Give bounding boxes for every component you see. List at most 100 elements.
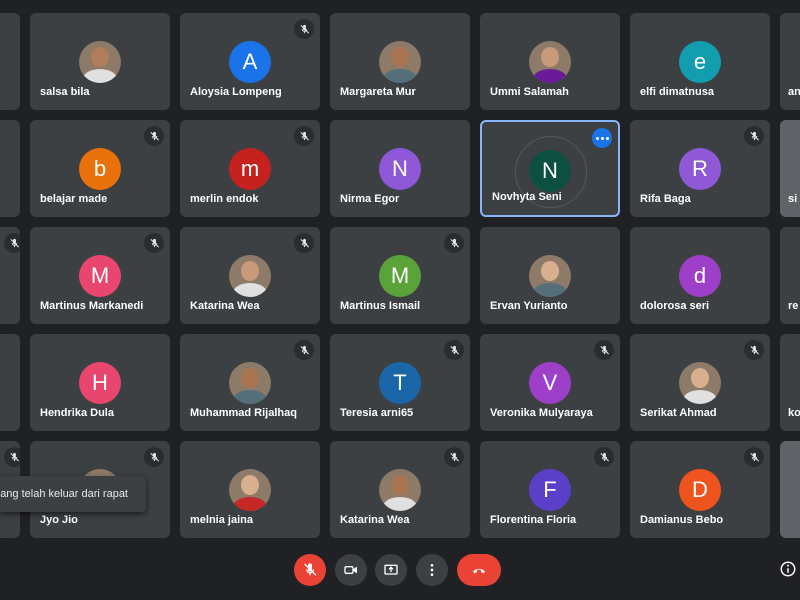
mic-off-icon	[749, 452, 759, 462]
avatar	[229, 255, 271, 297]
participant-tile[interactable]: R Rifa Baga	[630, 120, 770, 217]
avatar: m	[229, 148, 271, 190]
participant-name: Novhyta Seni	[492, 191, 562, 203]
participant-name: Ummi Salamah	[490, 86, 569, 98]
participant-name: an	[788, 86, 800, 98]
mic-off-icon	[449, 345, 459, 355]
participant-grid: salsa bila A Aloysia Lompeng Margareta Mur U…	[0, 0, 800, 545]
participant-tile[interactable]: Margareta Mur	[330, 13, 470, 110]
mic-off-icon	[299, 238, 309, 248]
avatar-photo-body	[383, 497, 417, 511]
participant-tile[interactable]: Ummi Salamah	[480, 13, 620, 110]
participant-tile[interactable]	[780, 441, 800, 538]
control-bar	[0, 545, 800, 600]
muted-indicator	[594, 447, 614, 467]
muted-indicator	[294, 340, 314, 360]
muted-indicator	[294, 126, 314, 146]
mic-off-icon	[299, 24, 309, 34]
present-screen-icon	[384, 564, 398, 575]
meeting-info-button[interactable]	[778, 559, 798, 579]
avatar-initial: F	[543, 477, 557, 502]
participant-tile[interactable]: A Aloysia Lompeng	[180, 13, 320, 110]
avatar	[229, 362, 271, 404]
participant-tile[interactable]	[0, 334, 20, 431]
mic-off-icon	[599, 452, 609, 462]
avatar	[529, 41, 571, 83]
participant-name: Margareta Mur	[340, 86, 416, 98]
participant-tile[interactable]: b belajar made	[30, 120, 170, 217]
participant-tile[interactable]: D Damianus Bebo	[630, 441, 770, 538]
participant-name: Damianus Bebo	[640, 514, 724, 526]
participant-name: dolorosa seri	[640, 300, 710, 312]
participant-name: Ervan Yurianto	[490, 300, 568, 312]
muted-indicator	[744, 126, 764, 146]
participant-name: Muhammad Rijalhaq	[190, 407, 297, 419]
camera-icon	[344, 566, 357, 574]
participant-name: Rifa Baga	[640, 193, 691, 205]
participant-tile[interactable]: F Florentina Floria	[480, 441, 620, 538]
participant-tile[interactable]: N Nirma Egor	[330, 120, 470, 217]
avatar: M	[79, 255, 121, 297]
participant-tile[interactable]	[0, 227, 20, 324]
participant-name: Nirma Egor	[340, 193, 400, 205]
participant-tile[interactable]: an	[780, 13, 800, 110]
participant-tile[interactable]: d dolorosa seri	[630, 227, 770, 324]
avatar-photo-body	[533, 283, 567, 297]
avatar	[379, 41, 421, 83]
avatar-photo-body	[683, 390, 717, 404]
participant-name: melnia jaina	[190, 514, 253, 526]
mic-off-icon	[149, 131, 159, 141]
avatar-photo-head	[541, 261, 559, 281]
avatar	[229, 469, 271, 511]
participant-tile[interactable]: melnia jaina	[180, 441, 320, 538]
more-options-button[interactable]	[416, 554, 448, 586]
participant-tile[interactable]: Serikat Ahmad	[630, 334, 770, 431]
participant-tile[interactable]: ko	[780, 334, 800, 431]
participant-tile[interactable]: T Teresia arni65	[330, 334, 470, 431]
participant-tile[interactable]: si	[780, 120, 800, 217]
participant-tile[interactable]: Ervan Yurianto	[480, 227, 620, 324]
participant-tile[interactable]: M Martinus Markanedi	[30, 227, 170, 324]
avatar	[529, 255, 571, 297]
tile-more-options-button[interactable]	[592, 128, 612, 148]
participant-tile[interactable]: re	[780, 227, 800, 324]
avatar: R	[679, 148, 721, 190]
participant-tile[interactable]: ...	[0, 120, 20, 217]
mic-toggle-button[interactable]	[294, 554, 326, 586]
avatar-initial: V	[542, 370, 558, 395]
participant-tile[interactable]: m merlin endok	[180, 120, 320, 217]
muted-indicator	[294, 19, 314, 39]
leave-call-button[interactable]	[457, 554, 501, 586]
hang-up-icon	[473, 568, 485, 574]
participant-name: belajar made	[40, 193, 108, 205]
avatar-photo-body	[83, 69, 117, 83]
participant-name: ko	[788, 407, 800, 419]
participant-tile[interactable]: Muhammad Rijalhaq	[180, 334, 320, 431]
participant-tile[interactable]: Katarina Wea	[180, 227, 320, 324]
participant-tile[interactable]: salsa bila	[30, 13, 170, 110]
muted-indicator	[144, 126, 164, 146]
participant-tile[interactable]: Katarina Wea	[330, 441, 470, 538]
participant-tile[interactable]: H Hendrika Dula	[30, 334, 170, 431]
avatar: H	[79, 362, 121, 404]
muted-indicator	[444, 447, 464, 467]
avatar: b	[79, 148, 121, 190]
avatar-photo-body	[233, 283, 267, 297]
participant-tile[interactable]: N Novhyta Seni	[480, 120, 620, 217]
avatar-photo-body	[533, 69, 567, 83]
avatar: M	[379, 255, 421, 297]
muted-indicator	[4, 233, 20, 253]
participant-tile[interactable]	[0, 13, 20, 110]
participant-tile[interactable]: M Martinus Ismail	[330, 227, 470, 324]
participant-name: Hendrika Dula	[40, 407, 114, 419]
avatar: D	[679, 469, 721, 511]
participant-name: Veronika Mulyaraya	[490, 407, 593, 419]
avatar-initial: D	[692, 477, 708, 502]
participant-tile[interactable]: V Veronika Mulyaraya	[480, 334, 620, 431]
avatar-photo-head	[391, 475, 409, 495]
more-vert-icon	[430, 564, 434, 576]
present-screen-button[interactable]	[375, 554, 407, 586]
participant-tile[interactable]: e elfi dimatnusa	[630, 13, 770, 110]
camera-toggle-button[interactable]	[335, 554, 367, 586]
avatar-initial: b	[93, 156, 107, 181]
